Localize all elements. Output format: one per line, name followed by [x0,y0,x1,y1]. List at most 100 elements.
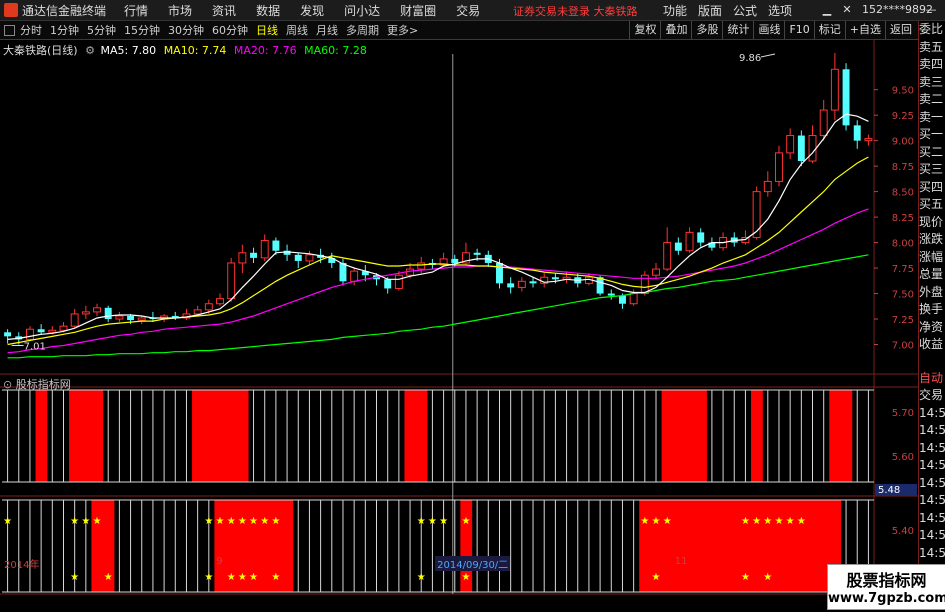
buy-star-top: ★ [640,516,649,527]
quote-field: 涨幅 [919,249,944,264]
candle-body-down [37,329,45,333]
candle-body-up [652,268,660,276]
signal1-red-bar [695,390,707,482]
candle-body-down [250,252,258,258]
draw-line-button[interactable]: 画线 [753,21,784,39]
collapse-icon[interactable]: ⊙ [3,378,12,391]
buy-star-top: ★ [752,516,761,527]
quote-field: 涨跌 [919,232,944,246]
candle-body-down [104,307,112,320]
quote-field: 卖三 [919,74,944,89]
buy-star-bottom: ★ [70,572,79,583]
candle-body-down [529,281,537,284]
ma10-label: MA10: 7.74 [163,44,227,57]
close-icon[interactable]: ✕ [838,0,856,20]
buy-star-top: ★ [216,516,225,527]
period-60min[interactable]: 60分钟 [212,22,248,38]
signal1-red-bar [35,390,48,482]
quote-field: 买二 [919,144,944,159]
crosshair-date-label: 2014/09/30/二 [435,556,511,571]
signal1-red-bar [192,390,204,482]
signal2-red-bar [683,500,696,592]
signal1-red-bar [203,390,216,482]
watermark-line1: 股票指标网 [846,571,927,590]
buy-star-top: ★ [663,516,672,527]
signal2-red-bar [706,500,719,592]
signal2-red-bar [661,500,674,592]
menu-shuju[interactable]: 数据 [256,2,280,19]
trade-log-item: 14:56 [919,475,945,490]
period-1min[interactable]: 1分钟 [50,22,79,38]
buy-star-bottom: ★ [461,572,470,583]
menu-wenxiaoda[interactable]: 问小达 [344,2,380,19]
period-monthly[interactable]: 月线 [316,22,338,38]
menu-faxian[interactable]: 发现 [300,2,324,19]
period-15min[interactable]: 15分钟 [124,22,160,38]
menu-jiaoyi[interactable]: 交易 [456,2,480,19]
menu-banmian[interactable]: 版面 [698,2,722,19]
buy-star-top: ★ [786,516,795,527]
indicator-title: 股标指标网 [15,378,71,391]
buy-star-bottom: ★ [238,572,247,583]
menu-shichang[interactable]: 市场 [168,2,192,19]
stats-button[interactable]: 统计 [722,21,753,39]
indicator-tick-label: 5.70 [892,408,914,419]
window-minimize-icon[interactable]: — [922,0,940,20]
trade-log-item: 交易 [919,388,944,402]
multi-stock-button[interactable]: 多股 [691,21,722,39]
buy-star-top: ★ [238,516,247,527]
period-daily[interactable]: 日线 [256,22,278,38]
period-fenshi[interactable]: 分时 [20,22,42,38]
f10-button[interactable]: F10 [784,21,813,39]
trade-log-item: 14:56 [919,440,945,455]
period-multi[interactable]: 多周期 [346,22,379,38]
trade-log-item: 14:56 [919,458,945,472]
trade-log-item: 自动 [919,370,944,385]
add-watchlist-button[interactable]: +自选 [844,21,885,39]
candle-body-up [305,254,314,262]
period-30min[interactable]: 30分钟 [168,22,204,38]
low-price-label: 7.01 [24,341,46,352]
candle-body-down [842,69,850,126]
panel-toggle-icon[interactable] [4,24,15,36]
menu-zixun[interactable]: 资讯 [212,2,236,19]
candle-body-up [59,325,68,331]
mark-button[interactable]: 标记 [813,21,845,39]
indicator-tick-label: 5.60 [892,452,914,463]
price-tick-label: 7.25 [892,315,914,326]
kline-chart[interactable]: 9.50 9.25 9.00 8.75 8.50 8.25 8.00 7.75 7.50 7.25… [0,40,918,609]
fuquan-button[interactable]: 复权 [629,21,660,39]
signal1-red-bar [672,390,685,482]
back-button[interactable]: 返回 [885,21,916,39]
period-5min[interactable]: 5分钟 [87,22,116,38]
signal1-red-bar [404,390,417,482]
settings-icon[interactable]: ⚙ [85,44,95,57]
date-label: 2014年 [4,560,40,571]
signal1-red-bar [751,390,763,482]
candle-body-up [115,315,124,320]
overlay-button[interactable]: 叠加 [660,21,691,39]
candle-body-up [81,311,90,315]
period-weekly[interactable]: 周线 [286,22,308,38]
high-price-label: 9.86 [739,53,761,64]
signal1-red-bar [225,390,238,482]
menu-caifuquan[interactable]: 财富圈 [400,2,436,19]
price-tick-label: 7.50 [892,290,914,301]
signal2-red-bar [795,500,808,592]
menu-gongneng[interactable]: 功能 [663,2,687,19]
price-tick-label: 7.75 [892,264,914,275]
app-title: 通达信金融终端 [22,3,107,18]
menu-xuanxiang[interactable]: 选项 [768,2,792,19]
menu-hangqing[interactable]: 行情 [124,2,148,19]
candle-body-down [618,295,626,304]
ma10-line [7,156,869,346]
price-tick-label: 7.00 [892,341,914,352]
menu-gongshi[interactable]: 公式 [733,2,757,19]
signal1-red-bar [683,390,696,482]
quote-field: 换手 [919,302,944,316]
candle-body-up [238,252,247,264]
minimize-icon[interactable]: ▁ [818,0,836,20]
period-more[interactable]: 更多> [387,22,418,38]
watermark-logo: 股票指标网 www.7gpzb.com [827,564,945,610]
candle-body-up [93,307,101,313]
